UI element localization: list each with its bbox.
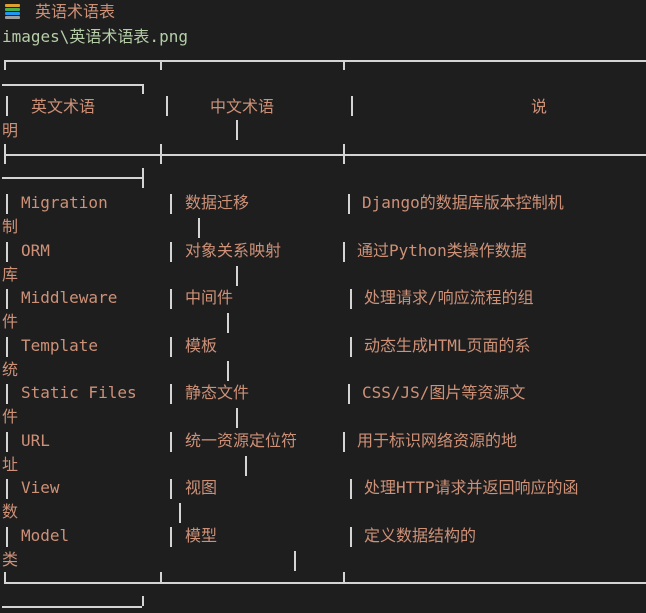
border-tick	[160, 144, 162, 164]
row-description-wrap: 数	[2, 502, 19, 521]
row-english-term: Template	[21, 336, 99, 355]
window-title: 英语术语表	[35, 2, 116, 21]
row-divider-1	[170, 527, 172, 547]
table-top-border-wrap	[2, 84, 142, 86]
row-english-term: Middleware	[21, 288, 118, 307]
row-english-term: View	[21, 478, 60, 497]
row-description: Django的数据库版本控制机	[362, 193, 564, 212]
table-bottom-border	[4, 582, 646, 584]
row-left-bar	[6, 337, 8, 357]
row-chinese-term: 静态文件	[185, 383, 250, 402]
row-chinese-term: 数据迁移	[185, 193, 250, 212]
border-tick	[142, 84, 144, 94]
row-divider-2	[350, 337, 352, 357]
row-divider-2	[350, 527, 352, 547]
header-chinese-term: 中文术语	[210, 97, 275, 116]
row-left-bar	[6, 242, 8, 262]
row-description: 定义数据结构的	[364, 526, 477, 545]
border-tick	[343, 60, 345, 70]
row-description-wrap: 件	[2, 312, 19, 331]
stack-icon	[5, 4, 20, 20]
row-description-wrap: 制	[2, 217, 19, 236]
row-wrap-bar	[236, 408, 238, 428]
row-divider-2	[350, 479, 352, 499]
row-divider-1	[170, 479, 172, 499]
row-left-bar	[6, 384, 8, 404]
row-wrap-bar	[227, 313, 229, 333]
row-description: 通过Python类操作数据	[357, 241, 527, 260]
row-divider-2	[348, 194, 350, 214]
row-chinese-term: 模型	[185, 526, 218, 545]
header-divider-1	[166, 96, 168, 116]
border-tick	[142, 596, 144, 606]
row-wrap-bar	[236, 266, 238, 286]
row-description: 处理HTTP请求并返回响应的函	[364, 478, 579, 497]
row-english-term: Migration	[21, 193, 108, 212]
row-chinese-term: 视图	[185, 478, 218, 497]
header-english-term: 英文术语	[31, 97, 96, 116]
row-divider-2	[343, 432, 345, 452]
row-left-bar	[6, 194, 8, 214]
row-divider-2	[343, 242, 345, 262]
row-chinese-term: 对象关系映射	[185, 241, 282, 260]
row-chinese-term: 中间件	[185, 288, 234, 307]
row-divider-1	[170, 194, 172, 214]
border-tick	[343, 572, 345, 582]
row-description-wrap: 统	[2, 360, 19, 379]
table-top-border	[4, 60, 646, 62]
row-divider-1	[170, 337, 172, 357]
header-divider-2	[351, 96, 353, 116]
file-path: images\英语术语表.png	[2, 27, 188, 46]
row-chinese-term: 统一资源定位符	[185, 431, 298, 450]
row-english-term: Model	[21, 526, 70, 545]
row-description: CSS/JS/图片等资源文	[362, 383, 526, 402]
border-tick	[160, 60, 162, 70]
header-description-wrap: 明	[2, 121, 19, 140]
row-left-bar	[6, 479, 8, 499]
border-tick	[343, 144, 345, 164]
row-description: 动态生成HTML页面的系	[364, 336, 531, 355]
row-chinese-term: 模板	[185, 336, 218, 355]
row-english-term: Static Files	[21, 383, 137, 402]
row-left-bar	[6, 527, 8, 547]
border-tick	[142, 168, 144, 188]
header-left-bar	[6, 96, 8, 116]
row-divider-2	[348, 384, 350, 404]
row-description: 处理请求/响应流程的组	[364, 288, 534, 307]
row-divider-1	[170, 242, 172, 262]
row-wrap-bar	[179, 503, 181, 523]
header-description: 说	[531, 97, 548, 116]
header-separator	[4, 154, 646, 156]
row-description-wrap: 址	[2, 455, 19, 474]
row-wrap-bar	[198, 218, 200, 238]
row-divider-1	[170, 289, 172, 309]
border-tick	[160, 572, 162, 582]
header-wrap-bar	[236, 120, 238, 140]
row-divider-1	[170, 384, 172, 404]
row-description-wrap: 库	[2, 265, 19, 284]
table-bottom-border-wrap	[2, 606, 142, 608]
border-tick	[4, 572, 6, 582]
row-english-term: ORM	[21, 241, 50, 260]
row-wrap-bar	[294, 551, 296, 571]
row-divider-1	[170, 432, 172, 452]
row-wrap-bar	[227, 361, 229, 381]
title-bar: 英语术语表	[0, 0, 646, 24]
border-tick	[4, 60, 6, 70]
row-wrap-bar	[245, 456, 247, 476]
row-english-term: URL	[21, 431, 50, 450]
row-description-wrap: 类	[2, 550, 19, 569]
row-description-wrap: 件	[2, 407, 19, 426]
row-description: 用于标识网络资源的地	[357, 431, 518, 450]
header-separator-wrap	[2, 177, 142, 179]
row-left-bar	[6, 432, 8, 452]
row-divider-2	[350, 289, 352, 309]
border-tick	[4, 144, 6, 164]
row-left-bar	[6, 289, 8, 309]
